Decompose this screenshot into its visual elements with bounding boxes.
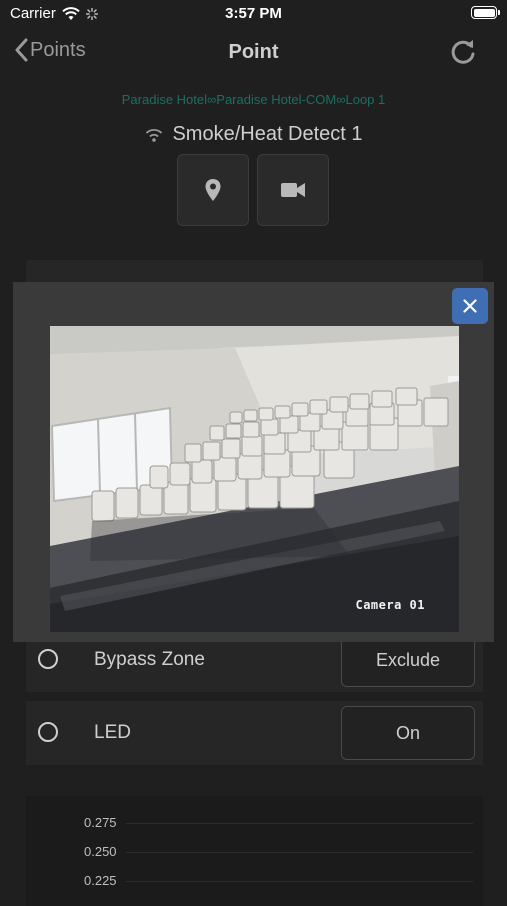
- breadcrumb: Paradise Hotel∞Paradise Hotel-COM∞Loop 1: [121, 92, 386, 107]
- led-row: LED On: [26, 701, 483, 765]
- sensor-chart: 0.275 0.250 0.225: [26, 796, 483, 906]
- location-pin-icon: [205, 179, 221, 201]
- led-radio[interactable]: [38, 722, 58, 742]
- navigation-bar: Points Point: [0, 28, 507, 80]
- point-name: Smoke/Heat Detect 1: [172, 123, 363, 145]
- led-on-button[interactable]: On: [341, 706, 475, 760]
- wireless-signal-icon: [146, 128, 163, 142]
- status-bar: Carrier 3:57 PM: [0, 0, 507, 28]
- bypass-zone-radio[interactable]: [38, 649, 58, 669]
- location-button[interactable]: [177, 154, 249, 226]
- camera-modal: Camera 01: [13, 282, 494, 642]
- page-title: Point: [228, 41, 279, 63]
- video-camera-icon: [281, 183, 305, 197]
- status-time: 3:57 PM: [225, 5, 282, 22]
- y-tick-label: 0.275: [84, 815, 117, 830]
- chart-gridline: [126, 881, 473, 882]
- chart-gridline: [126, 852, 473, 853]
- close-icon: [463, 299, 477, 313]
- camera-label: Camera 01: [355, 598, 425, 612]
- chart-gridline: [126, 823, 473, 824]
- camera-feed: Camera 01: [50, 326, 459, 632]
- camera-button[interactable]: [257, 154, 329, 226]
- battery-icon: [471, 6, 500, 19]
- camera-feed-image: [50, 326, 459, 632]
- refresh-icon[interactable]: [449, 38, 477, 66]
- point-header: Smoke/Heat Detect 1: [0, 123, 507, 146]
- y-tick-label: 0.225: [84, 873, 117, 888]
- close-button[interactable]: [452, 288, 488, 324]
- led-label: LED: [94, 722, 131, 743]
- y-tick-label: 0.250: [84, 844, 117, 859]
- bypass-zone-label: Bypass Zone: [94, 649, 205, 670]
